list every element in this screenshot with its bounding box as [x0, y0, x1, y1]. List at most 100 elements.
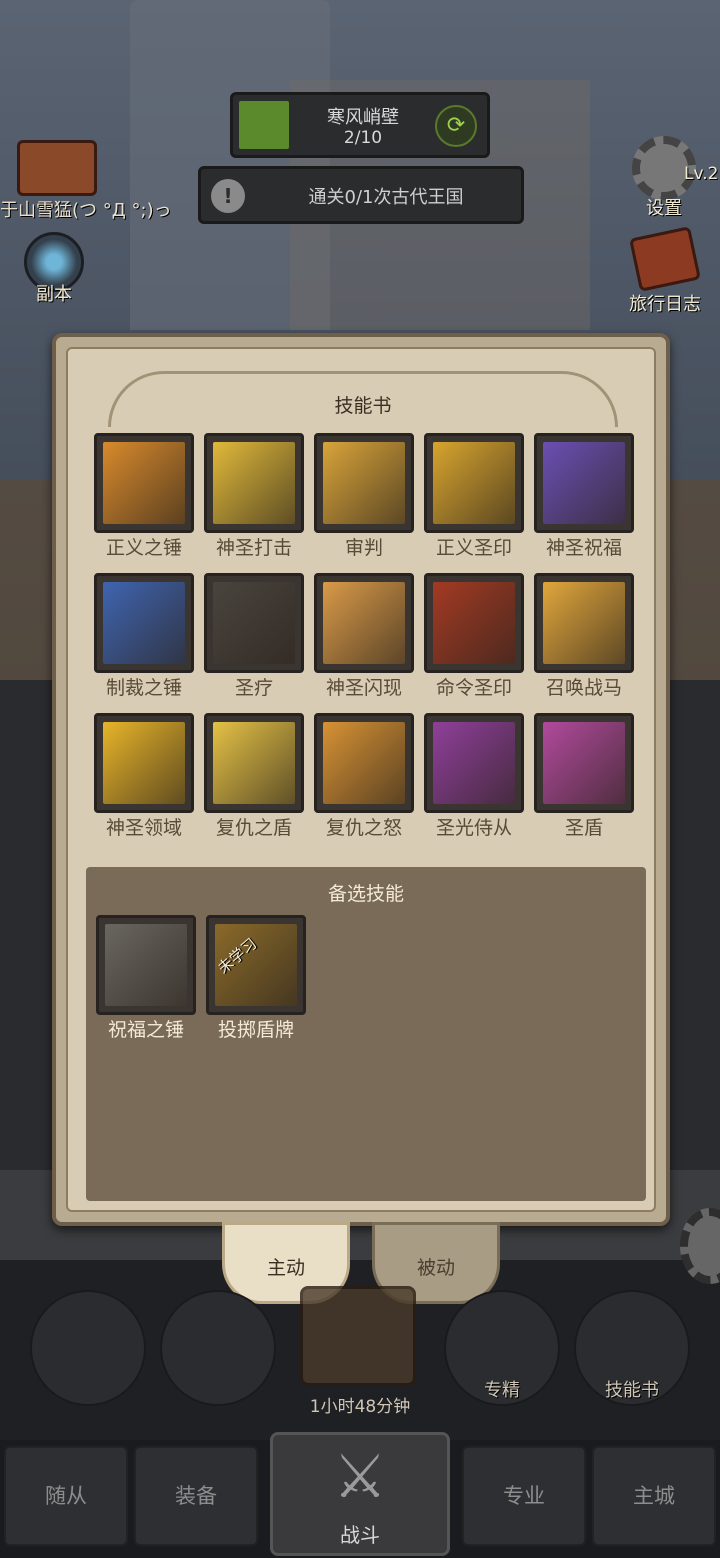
- equipped-skill-slot[interactable]: 圣疗: [204, 573, 304, 703]
- quest-progress-fill: [239, 101, 289, 149]
- nav-followers[interactable]: 随从: [4, 1446, 128, 1546]
- skill-frame: 未学习: [206, 915, 306, 1015]
- holy-strike-icon: [213, 442, 295, 524]
- potion-button[interactable]: [30, 1290, 146, 1406]
- level-tag: Lv.2: [684, 164, 719, 184]
- quest-book-button[interactable]: [14, 140, 100, 200]
- skill-name: 圣光侍从: [435, 817, 512, 839]
- skill-name: 审判: [344, 537, 383, 559]
- skill-name: 神圣闪现: [325, 677, 402, 699]
- panel-title: 技能书: [334, 395, 392, 417]
- alternate-skills-box: 备选技能 祝福之锤 未学习投掷盾牌: [86, 867, 646, 1201]
- skill-frame: [204, 433, 304, 533]
- skill-name: 复仇之怒: [325, 817, 402, 839]
- equipped-skill-slot[interactable]: 神圣闪现: [314, 573, 414, 703]
- nav-equipment[interactable]: 装备: [134, 1446, 258, 1546]
- skill-frame: [424, 573, 524, 673]
- alternate-skill-slot[interactable]: 未学习 投掷盾牌: [206, 915, 306, 1045]
- helmet-icon: [543, 442, 625, 524]
- skill-name: 圣盾: [564, 817, 603, 839]
- equipped-skill-slot[interactable]: 复仇之怒: [314, 713, 414, 843]
- flash-icon: [323, 582, 405, 664]
- skill-frame: [534, 573, 634, 673]
- skill-name: 复仇之盾: [215, 817, 292, 839]
- journal-icon: [629, 226, 701, 292]
- equipped-skill-slot[interactable]: 制裁之锤: [94, 573, 194, 703]
- skill-frame: [94, 573, 194, 673]
- alternate-skill-slot[interactable]: 祝福之锤: [96, 915, 196, 1045]
- skill-frame: [424, 713, 524, 813]
- treasure-chest[interactable]: [300, 1286, 416, 1386]
- alternate-skills-title: 备选技能: [327, 883, 404, 905]
- equipped-skill-slot[interactable]: 正义之锤: [94, 433, 194, 563]
- bread-button[interactable]: [160, 1290, 276, 1406]
- skill-frame: [534, 433, 634, 533]
- mission-bar[interactable]: ! 通关0/1次古代王国: [198, 166, 524, 224]
- skill-name: 圣疗: [234, 677, 273, 699]
- skill-frame: [314, 573, 414, 673]
- chest-timer: 1小时48分钟: [309, 1397, 411, 1417]
- skill-name: 神圣祝福: [545, 537, 622, 559]
- skill-frame: [204, 713, 304, 813]
- skill-book-panel: 技能书 正义之锤 神圣打击 审判 正义圣印 神圣祝福制裁之锤 圣疗 神圣闪现 命令圣印 召唤战马…: [52, 333, 670, 1226]
- player-name: 于山雪猛(つ °Д °;)っ: [0, 200, 170, 221]
- shield-icon: [213, 722, 295, 804]
- equipped-skill-slot[interactable]: 神圣祝福: [534, 433, 634, 563]
- wrath-icon: [323, 722, 405, 804]
- skill-name: 投掷盾牌: [217, 1019, 294, 1041]
- skill-frame: [204, 573, 304, 673]
- skill-book-inner: 技能书 正义之锤 神圣打击 审判 正义圣印 神圣祝福制裁之锤 圣疗 神圣闪现 命令圣印 召唤战马…: [66, 347, 656, 1212]
- seal-icon: [433, 442, 515, 524]
- nav-battle[interactable]: ⚔ 战斗: [270, 1432, 450, 1556]
- equipped-skill-slot[interactable]: 神圣领域: [94, 713, 194, 843]
- quest-progress-bar[interactable]: 寒风峭壁 2/10 ⟳: [230, 92, 490, 158]
- nav-profession[interactable]: 专业: [462, 1446, 586, 1546]
- skill-frame: [534, 713, 634, 813]
- equipped-skill-slot[interactable]: 召唤战马: [534, 573, 634, 703]
- skill-name: 神圣领域: [105, 817, 182, 839]
- specialize-label: 专精: [484, 1380, 520, 1401]
- squire-icon: [433, 722, 515, 804]
- equipped-skill-slot[interactable]: 复仇之盾: [204, 713, 304, 843]
- mission-text: 通关0/1次古代王国: [308, 187, 464, 208]
- settings-label: 设置: [646, 198, 682, 219]
- equipped-skill-slot[interactable]: 命令圣印: [424, 573, 524, 703]
- equipped-skill-slot[interactable]: 审判: [314, 433, 414, 563]
- skill-frame: [314, 713, 414, 813]
- skill-frame: [94, 433, 194, 533]
- skill-name: 命令圣印: [435, 677, 512, 699]
- skill-name: 祝福之锤: [107, 1019, 184, 1041]
- skill-frame: [424, 433, 524, 533]
- holy-shield-icon: [543, 722, 625, 804]
- skill-name: 召唤战马: [545, 677, 622, 699]
- nav-battle-label: 战斗: [340, 1523, 380, 1547]
- journal-label: 旅行日志: [629, 294, 701, 315]
- horse-icon: [543, 582, 625, 664]
- bottom-nav: 随从 装备 ⚔ 战斗 专业 主城: [0, 1432, 720, 1558]
- skill-name: 神圣打击: [215, 537, 292, 559]
- quest-count: 2/10: [343, 128, 383, 148]
- crown-icon: [103, 722, 185, 804]
- skill-frame: [314, 433, 414, 533]
- nav-city[interactable]: 主城: [592, 1446, 716, 1546]
- equipped-skill-slot[interactable]: 神圣打击: [204, 433, 304, 563]
- skill-name: 正义圣印: [435, 537, 512, 559]
- equipped-skill-slot[interactable]: 圣盾: [534, 713, 634, 843]
- alert-icon: !: [211, 179, 245, 213]
- travel-journal-button[interactable]: 旅行日志: [620, 226, 710, 316]
- dungeon-button[interactable]: 副本: [18, 232, 90, 312]
- skill-frame: [94, 713, 194, 813]
- equipped-skill-slot[interactable]: 圣光侍从: [424, 713, 524, 843]
- skill-name: 正义之锤: [105, 537, 182, 559]
- skill-frame: [96, 915, 196, 1015]
- hammer-icon: [103, 442, 185, 524]
- book-icon: [17, 140, 97, 196]
- equipped-skill-slot[interactable]: 正义圣印: [424, 433, 524, 563]
- skillbook-label: 技能书: [605, 1380, 659, 1401]
- judgment-icon: [323, 442, 405, 524]
- command-seal-icon: [433, 582, 515, 664]
- sanction-hammer-icon: [103, 582, 185, 664]
- quest-title: 寒风峭壁: [327, 107, 399, 128]
- heal-icon: [213, 582, 295, 664]
- refresh-icon[interactable]: ⟳: [435, 105, 477, 147]
